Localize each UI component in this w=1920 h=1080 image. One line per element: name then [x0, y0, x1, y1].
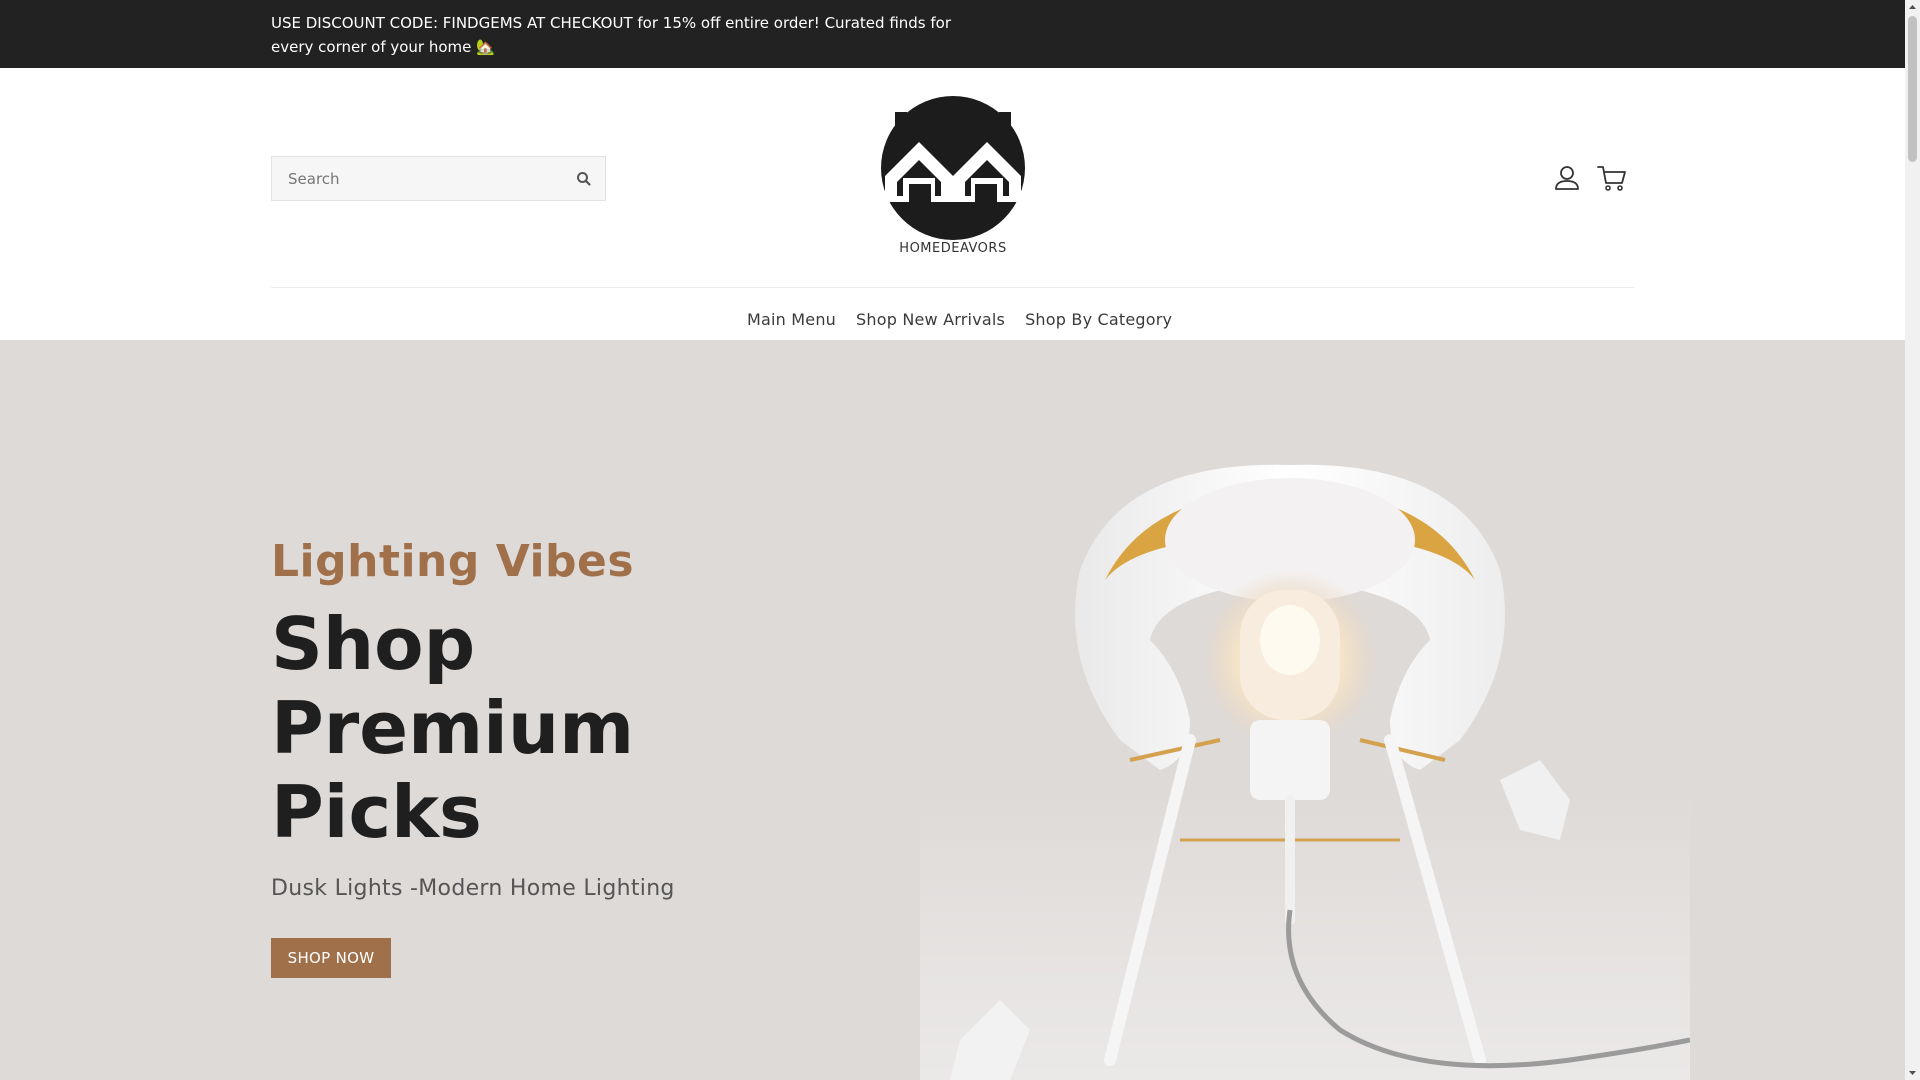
- logo-text: HOMEDEAVORS: [899, 241, 1007, 256]
- nav-item-category[interactable]: Shop By Category: [1025, 304, 1172, 335]
- cart-icon: [1597, 166, 1626, 191]
- cart-button[interactable]: [1595, 161, 1629, 195]
- main-nav: Main Menu Shop New Arrivals Shop By Cate…: [747, 304, 1172, 335]
- logo-mark: [881, 96, 1025, 240]
- page-scrollbar[interactable]: [1905, 0, 1920, 1080]
- scrollbar-thumb[interactable]: [1908, 16, 1917, 162]
- account-button[interactable]: [1550, 161, 1584, 195]
- nav-item-new-arrivals[interactable]: Shop New Arrivals: [856, 304, 1005, 335]
- nav-item-main-menu[interactable]: Main Menu: [747, 304, 836, 335]
- shop-now-button[interactable]: SHOP NOW: [271, 938, 391, 978]
- header-divider: [271, 287, 1634, 288]
- announcement-text: USE DISCOUNT CODE: FINDGEMS AT CHECKOUT …: [271, 14, 952, 56]
- hero-subheading: Lighting Vibes: [271, 536, 635, 587]
- search-button[interactable]: [573, 168, 595, 190]
- announcement-bar: USE DISCOUNT CODE: FINDGEMS AT CHECKOUT …: [0, 0, 1905, 68]
- scroll-down-arrow-icon[interactable]: [1905, 1065, 1920, 1080]
- search-input[interactable]: [272, 157, 562, 200]
- search-icon: [577, 172, 591, 186]
- hero-heading: Shop Premium Picks: [271, 602, 635, 854]
- scroll-up-arrow-icon[interactable]: [1905, 0, 1920, 15]
- site-logo[interactable]: HOMEDEAVORS: [875, 96, 1031, 262]
- search-form: [271, 156, 606, 201]
- lamp-image: [920, 464, 1690, 1080]
- user-icon: [1555, 166, 1579, 190]
- hero-banner: Lighting Vibes Shop Premium Picks Dusk L…: [0, 340, 1905, 1080]
- hero-text: Dusk Lights -Modern Home Lighting: [271, 876, 675, 901]
- site-header: HOMEDEAVORS Main Menu Shop New Arrivals …: [0, 68, 1905, 340]
